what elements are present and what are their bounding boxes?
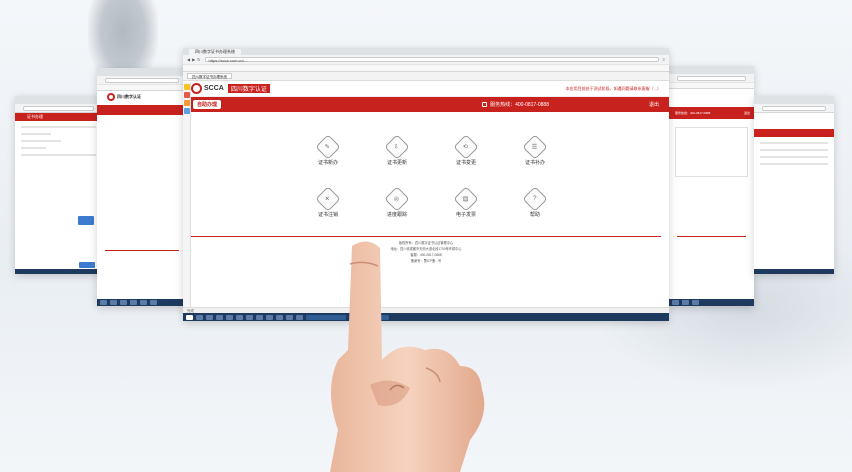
service-update[interactable]: ⇩ 证书更新 (362, 134, 432, 166)
taskbar (754, 269, 834, 274)
phone-icon (482, 102, 488, 107)
hotline: 服务热线：400-0817-0888 (482, 101, 549, 108)
pointing-hand-image (330, 241, 485, 472)
brand-logo: SCCA 四川数字认证 (191, 83, 270, 94)
notice-text: 本应用目前处于测试阶段，如遇问题请联系客服（...） (565, 85, 661, 91)
browser-chrome (754, 96, 834, 113)
certificate-cancel-icon: ✕ (325, 196, 331, 203)
invoice-icon: ▤ (463, 196, 469, 203)
service-cancel[interactable]: ✕ 证书注销 (293, 186, 363, 218)
browser-window-far-left: 证书办理 (15, 96, 102, 274)
service-invoice[interactable]: ▤ 电子发票 (431, 186, 501, 218)
certificate-new-icon: ✎ (325, 144, 331, 151)
service-change[interactable]: ⟲ 证书变更 (431, 134, 501, 166)
forward-icon[interactable]: ▶ (192, 57, 195, 62)
browser-window-far-right (754, 96, 834, 274)
browser-chrome: 四川数字证书办理系统 ◀ ▶ ↻ https://scca.com.cn/... ≡ (183, 48, 669, 72)
bookmarks-bar (183, 64, 669, 71)
site-header: SCCA 四川数字认证 本应用目前处于测试阶段，如遇问题请联系客服（...） (183, 81, 669, 97)
certificate-update-icon: ⇩ (394, 144, 400, 151)
taskbar (669, 299, 754, 306)
start-icon[interactable] (186, 314, 193, 320)
refresh-icon[interactable]: ↻ (197, 57, 200, 62)
back-icon[interactable]: ◀ (187, 57, 190, 62)
certificate-change-icon: ⟲ (463, 144, 469, 151)
brand-name: 四川数字认证 (227, 84, 270, 93)
service-help[interactable]: ? 帮助 (500, 186, 570, 218)
header-bar: 证书办理 (15, 113, 102, 121)
page-tabstrip: 四川数字证书办理系统 (183, 72, 669, 81)
page-tab[interactable]: 四川数字证书办理系统 (187, 73, 232, 79)
help-icon: ? (533, 196, 537, 202)
window-title: 证书办理 (27, 114, 43, 119)
hotline-text: 服务热线：400-0817-0888 (490, 102, 549, 108)
nav-home-link[interactable]: 自助办理 (193, 100, 222, 109)
header-bar (97, 105, 187, 115)
logout-link[interactable]: 退出 (744, 111, 754, 115)
scca-logo-icon (191, 83, 202, 94)
browser-window-left: 四川数字认证 (97, 68, 187, 306)
action-button[interactable] (78, 216, 94, 225)
hotline-text: 服务热线：400-0817-0888 (675, 111, 711, 115)
service-reissue[interactable]: ☰ 证书补办 (500, 134, 570, 166)
logout-link[interactable]: 退出 (649, 101, 659, 108)
menu-icon[interactable]: ≡ (663, 57, 665, 62)
brand-logo: 四川数字认证 (97, 91, 187, 103)
brand-abbr: SCCA (204, 85, 224, 92)
certificate-reissue-icon: ☰ (532, 144, 538, 151)
address-bar[interactable]: https://scca.com.cn/... (204, 57, 659, 63)
taskbar (97, 299, 187, 306)
browser-chrome (97, 68, 187, 91)
header-bar (754, 129, 834, 137)
taskbar (15, 269, 102, 274)
browser-chrome (669, 66, 754, 89)
main-nav: 自助办理 服务热线：400-0817-0888 退出 (183, 97, 669, 112)
browser-chrome (15, 96, 102, 113)
service-new[interactable]: ✎ 证书新办 (293, 134, 363, 166)
browser-tab[interactable]: 四川数字证书办理系统 (189, 49, 241, 55)
progress-tracking-icon: ◎ (394, 196, 400, 203)
service-grid: ✎ 证书新办 ⇩ 证书更新 ⟲ 证书变更 ☰ 证书补办 ✕ 证书注销 ◎ 进度跟踪 ▤ 电子发… (183, 112, 669, 236)
footer-divider (191, 236, 661, 237)
service-progress[interactable]: ◎ 进度跟踪 (362, 186, 432, 218)
submit-button[interactable] (79, 262, 95, 268)
header-bar: 服务热线：400-0817-0888 退出 (669, 107, 754, 119)
browser-window-right: 服务热线：400-0817-0888 退出 (669, 66, 754, 306)
form-panel (675, 127, 748, 177)
